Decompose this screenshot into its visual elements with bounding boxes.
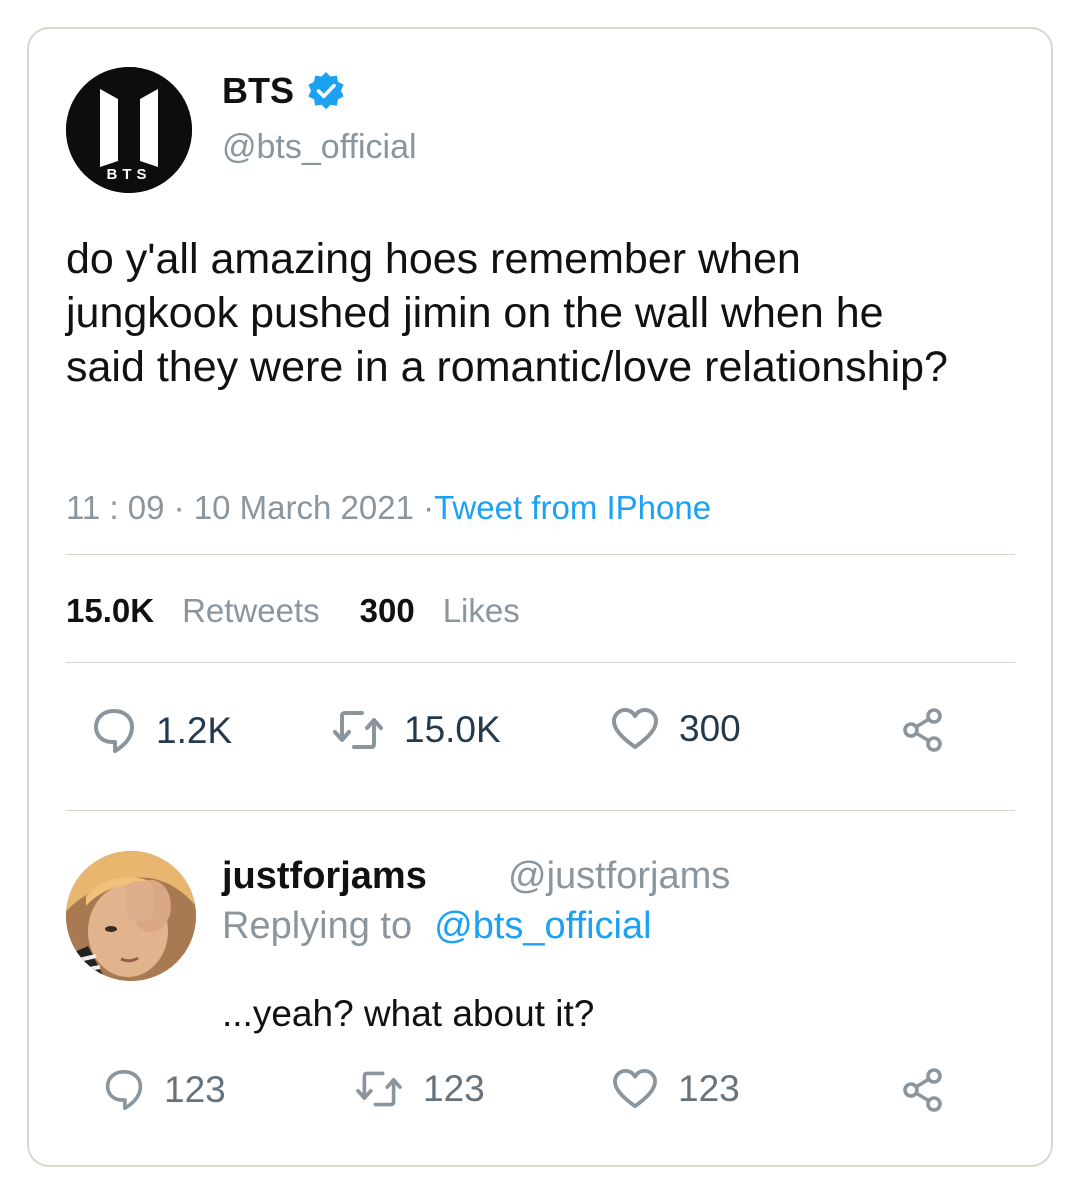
tweet-source-link[interactable]: Tweet from IPhone — [434, 489, 711, 526]
retweet-button[interactable]: 15.0K — [332, 707, 501, 753]
verified-badge-icon — [306, 71, 346, 111]
reply-retweet-count: 123 — [423, 1068, 485, 1109]
reply-share-button[interactable] — [902, 1068, 944, 1112]
reply-count: 1.2K — [156, 710, 233, 751]
share-button[interactable] — [902, 708, 944, 752]
divider — [66, 554, 1015, 555]
like-icon — [613, 1068, 657, 1109]
like-count: 300 — [679, 708, 741, 749]
tweet-meta: 11 : 09 · 10 March 2021 ·Tweet from IPho… — [66, 489, 711, 527]
justforjams-avatar[interactable] — [66, 851, 196, 981]
reply-icon — [105, 1070, 143, 1110]
divider — [66, 810, 1015, 811]
divider — [66, 662, 1015, 663]
reply-like-button[interactable]: 123 — [612, 1068, 740, 1110]
bts-logo-icon: BTS — [66, 67, 192, 193]
like-button[interactable]: 300 — [611, 707, 741, 751]
tweet-timestamp[interactable]: 11 : 09 · 10 March 2021 · — [66, 489, 434, 526]
reply-retweet-button[interactable]: 123 — [355, 1068, 485, 1110]
reply-button[interactable]: 1.2K — [92, 707, 232, 755]
retweet-icon — [356, 1071, 402, 1107]
likes-label[interactable]: Likes — [443, 592, 520, 630]
replying-to-label: Replying to — [222, 905, 413, 947]
tweet-text: do y'all amazing hoes remember when jung… — [66, 235, 948, 391]
reply-icon — [94, 709, 134, 753]
svg-text:BTS: BTS — [107, 166, 152, 183]
reply-author-handle[interactable]: @justforjams — [508, 855, 730, 898]
retweets-count[interactable]: 15.0K — [66, 592, 154, 630]
reply-text: ...yeah? what about it? — [222, 993, 595, 1034]
bts-avatar[interactable]: BTS — [66, 67, 192, 193]
tweet-stats: 15.0K Retweets 300 Likes — [66, 592, 520, 630]
author-handle[interactable]: @bts_official — [222, 128, 417, 167]
reply-reply-count: 123 — [164, 1069, 226, 1110]
share-icon — [903, 708, 942, 752]
replying-to: Replying to @bts_official — [222, 905, 652, 948]
like-icon — [612, 708, 658, 749]
user-photo-icon — [66, 851, 196, 981]
author-display-name[interactable]: BTS — [222, 70, 294, 112]
retweet-icon — [333, 711, 383, 749]
reply-like-count: 123 — [678, 1068, 740, 1109]
reply-author-name[interactable]: justforjams — [222, 855, 427, 898]
share-icon — [903, 1068, 942, 1112]
reply-reply-button[interactable]: 123 — [104, 1068, 226, 1112]
retweets-label[interactable]: Retweets — [182, 592, 320, 630]
retweet-count: 15.0K — [404, 709, 501, 750]
likes-count[interactable]: 300 — [360, 592, 415, 630]
replying-to-mention[interactable]: @bts_official — [434, 905, 651, 947]
author-name-row: BTS — [222, 70, 346, 112]
